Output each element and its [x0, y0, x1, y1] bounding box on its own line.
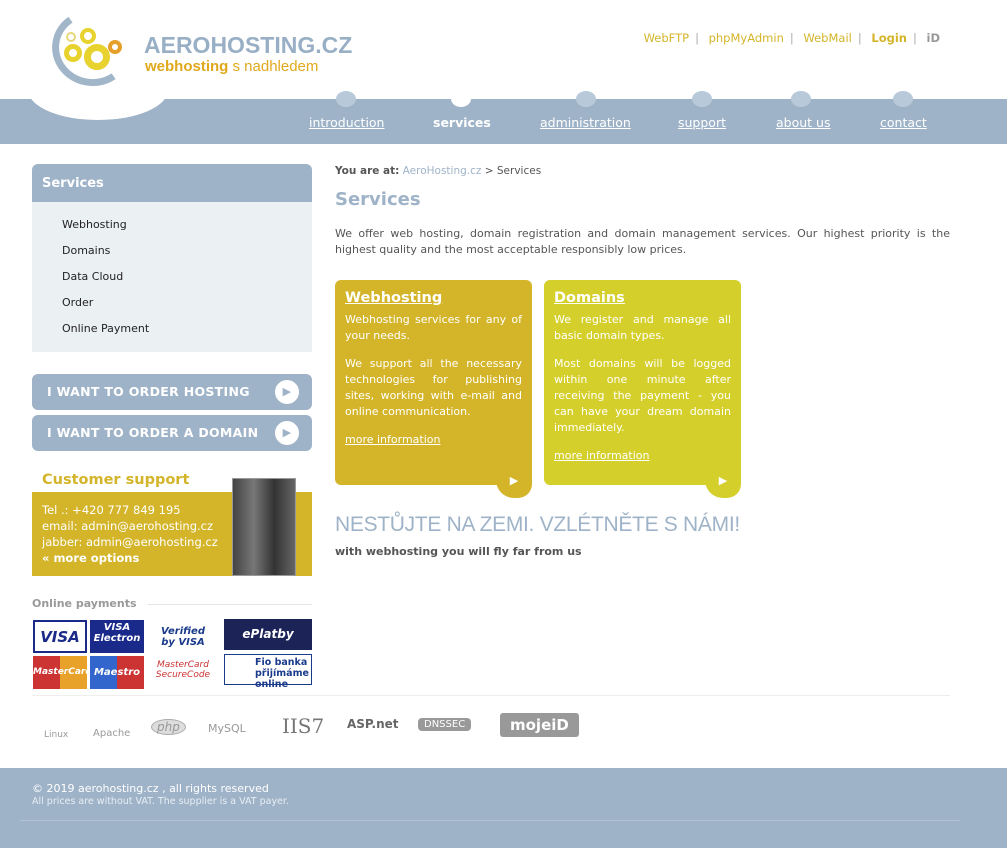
- breadcrumb-home[interactable]: AeroHosting.cz: [403, 165, 482, 177]
- domains-box: Domains We register and manage all basic…: [544, 280, 741, 498]
- mysql-logo: MySQL: [208, 722, 246, 735]
- sidebar-title: Services: [32, 164, 312, 202]
- visa-electron-logo: VISA Electron: [90, 620, 144, 653]
- webhosting-box: Webhosting Webhosting services for any o…: [335, 280, 532, 498]
- page-title: Services: [335, 189, 421, 210]
- nav-about-us[interactable]: about us: [776, 115, 830, 130]
- top-links: WebFTP | phpMyAdmin | WebMail | Login | iD: [643, 31, 941, 45]
- sidebar-item-data-cloud[interactable]: Data Cloud: [32, 264, 312, 290]
- webftp-link[interactable]: WebFTP: [644, 31, 689, 45]
- domains-title-link[interactable]: Domains: [554, 290, 625, 306]
- support-title: Customer support: [42, 472, 190, 488]
- jabber-link[interactable]: admin@aerohosting.cz: [86, 535, 218, 549]
- webhosting-title-link[interactable]: Webhosting: [345, 290, 442, 306]
- php-logo: php: [151, 719, 186, 735]
- nav-contact[interactable]: contact: [880, 115, 927, 130]
- intro-text: We offer web hosting, domain registratio…: [335, 227, 950, 256]
- slogan: NESTŮJTE NA ZEMI. VZLÉTNĚTE S NÁMI!: [335, 513, 740, 536]
- breadcrumb: You are at: AeroHosting.cz > Services: [335, 165, 542, 177]
- sidebar-item-domains[interactable]: Domains: [32, 238, 312, 264]
- server-image: [232, 478, 296, 576]
- sidebar-item-webhosting[interactable]: Webhosting: [32, 212, 312, 238]
- arrow-right-icon[interactable]: ▶: [705, 468, 741, 498]
- order-domain-button[interactable]: I WANT TO ORDER A DOMAIN ▶: [32, 415, 312, 451]
- dnssec-logo: DNSSEC: [418, 718, 472, 731]
- mojeid-logo: mojeiD: [500, 713, 579, 737]
- arrow-right-icon: ▶: [275, 421, 299, 445]
- more-options-link[interactable]: more options: [53, 551, 139, 565]
- nav-services[interactable]: services: [433, 115, 491, 130]
- iis7-logo: IIS7: [282, 714, 325, 738]
- maestro-logo: Maestro: [90, 656, 144, 689]
- mastercard-securecode-logo: MasterCard SecureCode: [155, 660, 211, 680]
- visa-logo: VISA: [33, 620, 87, 653]
- webmail-link[interactable]: WebMail: [803, 31, 851, 45]
- domains-more-link[interactable]: more information: [554, 449, 649, 462]
- tagline: webhosting s nadhledem: [145, 58, 319, 75]
- email-link[interactable]: admin@aerohosting.cz: [81, 519, 213, 533]
- mojeid-icon[interactable]: iD: [927, 31, 941, 45]
- sidebar-item-online-payment[interactable]: Online Payment: [32, 316, 312, 342]
- arrow-right-icon: ▶: [275, 380, 299, 404]
- nav-support[interactable]: support: [678, 115, 726, 130]
- order-hosting-button[interactable]: I WANT TO ORDER HOSTING ▶: [32, 374, 312, 410]
- fio-banka-logo: Fio banka přijímáme online: [224, 654, 312, 690]
- login-link[interactable]: Login: [871, 31, 907, 45]
- webhosting-more-link[interactable]: more information: [345, 433, 440, 446]
- arrow-right-icon[interactable]: ▶: [496, 468, 532, 498]
- verified-by-visa-logo: Verified by VISA: [161, 626, 205, 648]
- nav-administration[interactable]: administration: [540, 115, 631, 130]
- vat-note: All prices are without VAT. The supplier…: [32, 796, 289, 807]
- footer: [0, 768, 1007, 848]
- apache-logo: Apache: [93, 728, 131, 739]
- nav-introduction[interactable]: introduction: [309, 115, 384, 130]
- copyright: © 2019 aerohosting.cz , all rights reser…: [32, 782, 269, 795]
- linux-logo: Linux: [44, 730, 69, 740]
- brand-name: AEROHOSTING.CZ: [144, 32, 353, 58]
- sidebar-item-order[interactable]: Order: [32, 290, 312, 316]
- payments-title: Online payments: [32, 597, 137, 610]
- phpmyadmin-link[interactable]: phpMyAdmin: [709, 31, 784, 45]
- mastercard-logo: MasterCard: [33, 656, 92, 689]
- sidebar-menu: Services Webhosting Domains Data Cloud O…: [32, 164, 312, 352]
- eplatby-logo: ePlatby: [224, 619, 312, 650]
- slogan-subtitle: with webhosting you will fly far from us: [335, 545, 582, 558]
- aspnet-logo: ASP.net: [347, 717, 399, 731]
